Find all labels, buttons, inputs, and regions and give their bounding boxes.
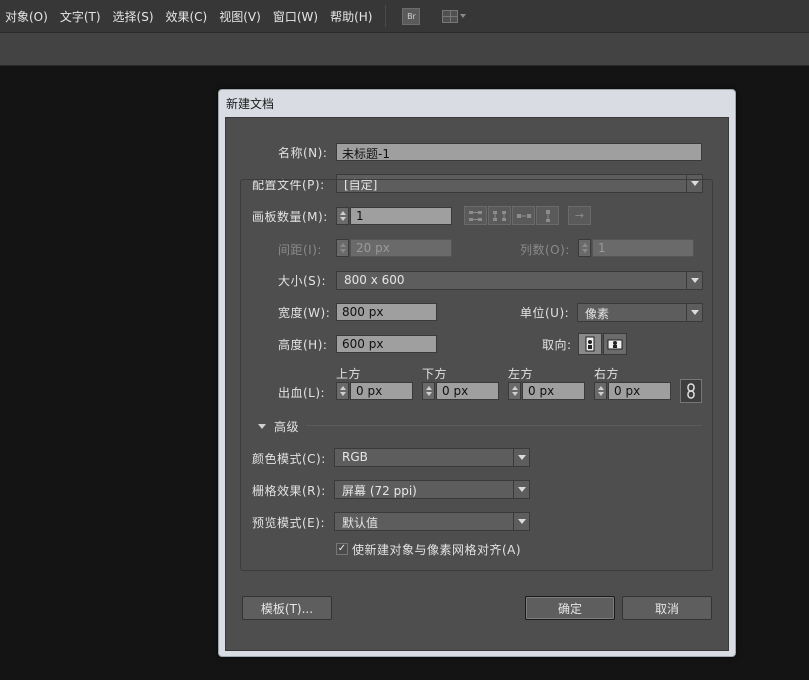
collapse-triangle-icon[interactable] — [258, 424, 266, 429]
spacing-label: 间距(I): — [278, 243, 322, 257]
menu-bar: 对象(O) 文字(T) 选择(S) 效果(C) 视图(V) 窗口(W) 帮助(H… — [0, 0, 809, 32]
advanced-label[interactable]: 高级 — [274, 418, 299, 435]
width-field[interactable]: 800 px — [336, 303, 437, 321]
link-bleed-button[interactable] — [680, 379, 702, 403]
bleed-left-field[interactable]: 0 px — [522, 382, 585, 400]
size-value: 800 x 600 — [344, 273, 405, 287]
align-pixel-label[interactable]: 使新建对象与像素网格对齐(A) — [352, 541, 521, 558]
layout-direction-button[interactable]: → — [568, 206, 591, 225]
bleed-top-stepper[interactable] — [336, 382, 349, 400]
templates-button[interactable]: 模板(T)... — [242, 596, 332, 620]
columns-label: 列数(O): — [520, 243, 570, 257]
chevron-down-icon — [686, 272, 702, 289]
menu-effect[interactable]: 效果(C) — [161, 8, 215, 25]
color-mode-select[interactable]: RGB — [334, 448, 530, 467]
bleed-right-field[interactable]: 0 px — [608, 382, 671, 400]
height-label: 高度(H): — [278, 338, 328, 352]
artboards-stepper[interactable] — [336, 207, 349, 225]
raster-effects-label: 栅格效果(R): — [252, 484, 326, 498]
name-label: 名称(N): — [278, 146, 328, 160]
landscape-icon — [607, 339, 623, 350]
dialog-body: 名称(N): 未标题-1 配置文件(P): [自定] 画板数量(M): 1 → … — [225, 117, 729, 651]
size-select[interactable]: 800 x 600 — [336, 271, 703, 290]
portrait-button[interactable] — [578, 333, 602, 355]
align-pixel-checkbox[interactable]: ✓ — [336, 543, 348, 555]
chevron-down-icon — [513, 449, 529, 466]
columns-field[interactable]: 1 — [592, 239, 694, 257]
grid-by-column-icon[interactable] — [488, 206, 511, 225]
menu-separator — [385, 5, 387, 27]
chevron-down-icon — [460, 14, 467, 18]
size-label: 大小(S): — [278, 274, 327, 288]
width-label: 宽度(W): — [278, 306, 331, 320]
workspace-switcher[interactable] — [442, 9, 467, 23]
units-value: 像素 — [585, 307, 610, 321]
columns-stepper[interactable] — [578, 239, 591, 257]
preview-mode-select[interactable]: 默认值 — [334, 512, 530, 531]
chevron-down-icon — [513, 513, 529, 530]
orientation-label: 取向: — [542, 338, 572, 352]
bleed-label: 出血(L): — [278, 386, 326, 400]
spacing-stepper[interactable] — [336, 239, 349, 257]
bleed-bottom-stepper[interactable] — [422, 382, 435, 400]
preview-mode-label: 预览模式(E): — [252, 516, 325, 530]
raster-effects-value: 屏幕 (72 ppi) — [342, 484, 417, 498]
chevron-down-icon — [686, 304, 702, 321]
bleed-top-field[interactable]: 0 px — [350, 382, 413, 400]
menu-view[interactable]: 视图(V) — [214, 8, 268, 25]
dialog-title: 新建文档 — [226, 97, 275, 111]
landscape-button[interactable] — [603, 333, 627, 355]
new-document-dialog: 新建文档 名称(N): 未标题-1 配置文件(P): [自定] 画板数量(M):… — [218, 89, 736, 657]
cancel-button[interactable]: 取消 — [622, 596, 712, 620]
portrait-icon — [585, 336, 595, 352]
name-field[interactable]: 未标题-1 — [336, 143, 702, 161]
raster-effects-select[interactable]: 屏幕 (72 ppi) — [334, 480, 530, 499]
preview-mode-value: 默认值 — [342, 516, 379, 530]
menu-help[interactable]: 帮助(H) — [325, 8, 379, 25]
arrange-by-column-icon[interactable] — [536, 206, 559, 225]
color-mode-value: RGB — [342, 450, 368, 464]
arrow-right-icon: → — [574, 209, 585, 222]
artboards-field[interactable]: 1 — [350, 207, 452, 225]
bleed-left-stepper[interactable] — [508, 382, 521, 400]
color-mode-label: 颜色模式(C): — [252, 452, 326, 466]
spacing-field[interactable]: 20 px — [350, 239, 452, 257]
bleed-left-label: 左方 — [508, 367, 534, 381]
advanced-divider — [306, 425, 702, 426]
menu-object[interactable]: 对象(O) — [0, 8, 55, 25]
units-label: 单位(U): — [520, 306, 570, 320]
ok-button[interactable]: 确定 — [525, 596, 615, 620]
menu-window[interactable]: 窗口(W) — [268, 8, 325, 25]
menu-type[interactable]: 文字(T) — [55, 8, 108, 25]
chain-link-icon — [687, 383, 695, 399]
height-field[interactable]: 600 px — [336, 335, 437, 353]
bleed-right-stepper[interactable] — [594, 382, 607, 400]
units-select[interactable]: 像素 — [577, 303, 703, 322]
control-bar — [0, 32, 809, 66]
menu-select[interactable]: 选择(S) — [108, 8, 161, 25]
grid-by-row-icon[interactable] — [464, 206, 487, 225]
bleed-bottom-label: 下方 — [422, 367, 448, 381]
artboards-label: 画板数量(M): — [252, 210, 328, 224]
arrange-by-row-icon[interactable] — [512, 206, 535, 225]
bridge-button[interactable]: Br — [402, 7, 421, 25]
bleed-top-label: 上方 — [336, 367, 362, 381]
bleed-bottom-field[interactable]: 0 px — [436, 382, 499, 400]
arrange-documents-icon — [442, 9, 459, 23]
bleed-right-label: 右方 — [594, 367, 620, 381]
chevron-down-icon — [513, 481, 529, 498]
